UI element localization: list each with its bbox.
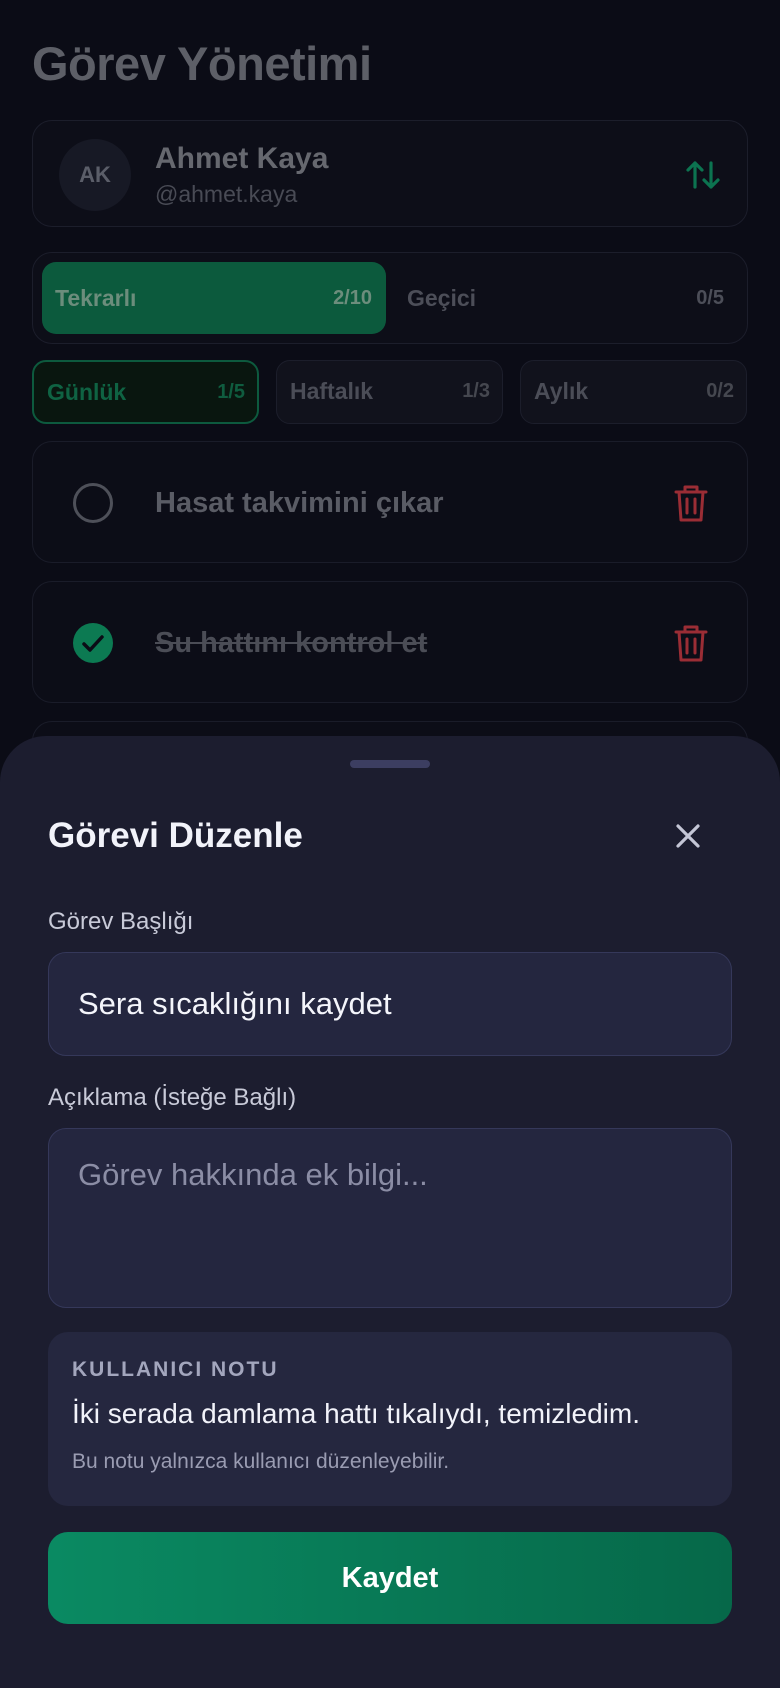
user-note-card: KULLANICI NOTU İki serada damlama hattı … (48, 1332, 732, 1506)
user-name: Ahmet Kaya (155, 142, 329, 175)
task-item[interactable]: Hasat takvimini çıkar (32, 441, 748, 563)
period-filter-monthly[interactable]: Aylık 0/2 (520, 360, 747, 424)
edit-task-sheet: Görevi Düzenle Görev Başlığı Sera sıcakl… (0, 736, 780, 1688)
period-label: Aylık (534, 378, 589, 404)
sheet-drag-handle[interactable] (350, 760, 430, 768)
save-button-label: Kaydet (341, 1561, 439, 1594)
user-note-hint: Bu notu yalnızca kullanıcı düzenleyebili… (72, 1450, 450, 1473)
description-field-label: Açıklama (İsteğe Bağlı) (48, 1084, 297, 1111)
sheet-title: Görevi Düzenle (48, 816, 303, 855)
user-card: AK Ahmet Kaya @ahmet.kaya (32, 120, 748, 227)
task-checkbox[interactable] (73, 623, 113, 663)
user-note-text: İki serada damlama hattı tıkalıydı, temi… (72, 1398, 640, 1429)
close-icon[interactable] (672, 820, 704, 852)
period-filter-daily[interactable]: Günlük 1/5 (32, 360, 259, 424)
tab-label: Tekrarlı (55, 285, 137, 311)
task-title: Su hattını kontrol et (155, 627, 428, 659)
period-count: 1/3 (462, 380, 490, 402)
avatar: AK (59, 139, 131, 211)
description-placeholder: Görev hakkında ek bilgi... (78, 1157, 428, 1192)
period-label: Günlük (47, 379, 127, 405)
task-title: Hasat takvimini çıkar (155, 487, 444, 519)
user-note-title: KULLANICI NOTU (72, 1358, 279, 1381)
tab-count: 0/5 (696, 287, 724, 309)
task-manager-screen: Görev Yönetimi AK Ahmet Kaya @ahmet.kaya… (0, 0, 780, 843)
tab-recurring[interactable]: Tekrarlı 2/10 (42, 262, 386, 334)
title-input[interactable]: Sera sıcaklığını kaydet (48, 952, 732, 1056)
title-input-value: Sera sıcaklığını kaydet (78, 986, 392, 1021)
trash-icon[interactable] (673, 483, 709, 523)
period-label: Haftalık (290, 378, 374, 404)
trash-icon[interactable] (673, 623, 709, 663)
period-filter-weekly[interactable]: Haftalık 1/3 (276, 360, 503, 424)
tab-count: 2/10 (333, 287, 372, 309)
task-type-tabs: Tekrarlı 2/10 Geçici 0/5 (32, 252, 748, 344)
check-icon (82, 635, 104, 652)
sort-arrows-icon[interactable] (683, 155, 723, 195)
period-count: 0/2 (706, 380, 734, 402)
task-checkbox[interactable] (73, 483, 113, 523)
tab-temporary[interactable]: Geçici 0/5 (394, 262, 738, 334)
period-count: 1/5 (217, 381, 245, 403)
user-handle: @ahmet.kaya (155, 181, 298, 207)
title-field-label: Görev Başlığı (48, 908, 194, 935)
page-title: Görev Yönetimi (32, 37, 372, 90)
description-textarea[interactable]: Görev hakkında ek bilgi... (48, 1128, 732, 1308)
tab-label: Geçici (407, 285, 477, 311)
save-button[interactable]: Kaydet (48, 1532, 732, 1624)
task-item[interactable]: Su hattını kontrol et (32, 581, 748, 703)
